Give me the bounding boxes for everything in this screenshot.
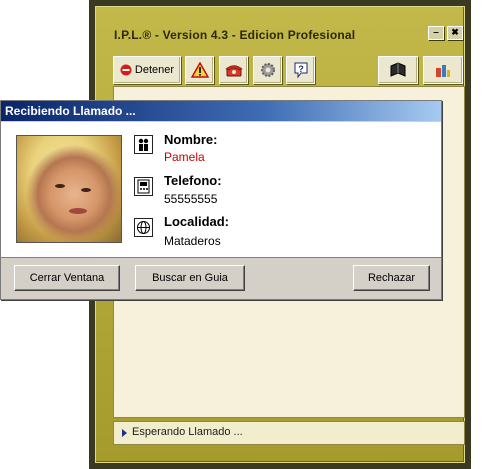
status-bar: Esperando Llamado ... <box>113 421 465 445</box>
phone-label: Telefono: <box>164 173 222 188</box>
photo-eye-right <box>81 188 91 192</box>
phone-button[interactable] <box>219 56 248 84</box>
incoming-call-dialog: Recibiendo Llamado ... Nombre: Pamela Te… <box>0 100 442 300</box>
status-arrow-icon <box>122 429 127 437</box>
close-button[interactable]: ✖ <box>447 26 463 40</box>
search-guide-button[interactable]: Buscar en Guia <box>135 265 245 291</box>
name-value: Pamela <box>164 150 205 164</box>
phone-value: 55555555 <box>164 192 218 206</box>
stop-icon <box>120 64 132 76</box>
stop-button-label: Detener <box>134 64 175 76</box>
name-label: Nombre: <box>164 132 218 147</box>
city-label: Localidad: <box>164 214 230 229</box>
photo-lips <box>69 208 87 214</box>
close-icon: ✖ <box>451 27 459 37</box>
city-value: Mataderos <box>164 234 221 248</box>
help-icon: ? <box>294 62 307 79</box>
dialog-title: Recibiendo Llamado ... <box>1 101 441 121</box>
phone-icon <box>224 65 243 77</box>
close-window-button[interactable]: Cerrar Ventana <box>14 265 120 291</box>
minimize-button[interactable]: ‒ <box>428 26 444 40</box>
photo-eye-left <box>55 184 65 188</box>
status-text: Esperando Llamado ... <box>132 426 243 438</box>
people-icon <box>134 135 153 154</box>
toolbar: Detener ? <box>113 56 463 86</box>
settings-button[interactable] <box>253 56 282 84</box>
globe-icon <box>134 218 153 237</box>
svg-text:?: ? <box>298 64 304 74</box>
caller-info-panel: Nombre: Pamela Telefono: 55555555 Locali… <box>1 122 441 258</box>
stop-button[interactable]: Detener <box>113 56 181 84</box>
phone-card-icon <box>134 177 153 196</box>
help-button[interactable]: ? <box>286 56 315 84</box>
phonebook-button[interactable] <box>378 56 418 84</box>
tools-icon <box>436 65 450 77</box>
tools-button[interactable] <box>423 56 463 84</box>
warning-icon <box>190 62 209 78</box>
gear-icon <box>260 63 275 77</box>
window-title: I.P.L.® - Version 4.3 - Edicion Profesio… <box>114 28 356 42</box>
caller-photo <box>16 135 122 243</box>
reject-button[interactable]: Rechazar <box>353 265 430 291</box>
book-icon <box>390 62 406 77</box>
warning-button[interactable] <box>185 56 214 84</box>
minimize-icon: ‒ <box>433 27 439 37</box>
